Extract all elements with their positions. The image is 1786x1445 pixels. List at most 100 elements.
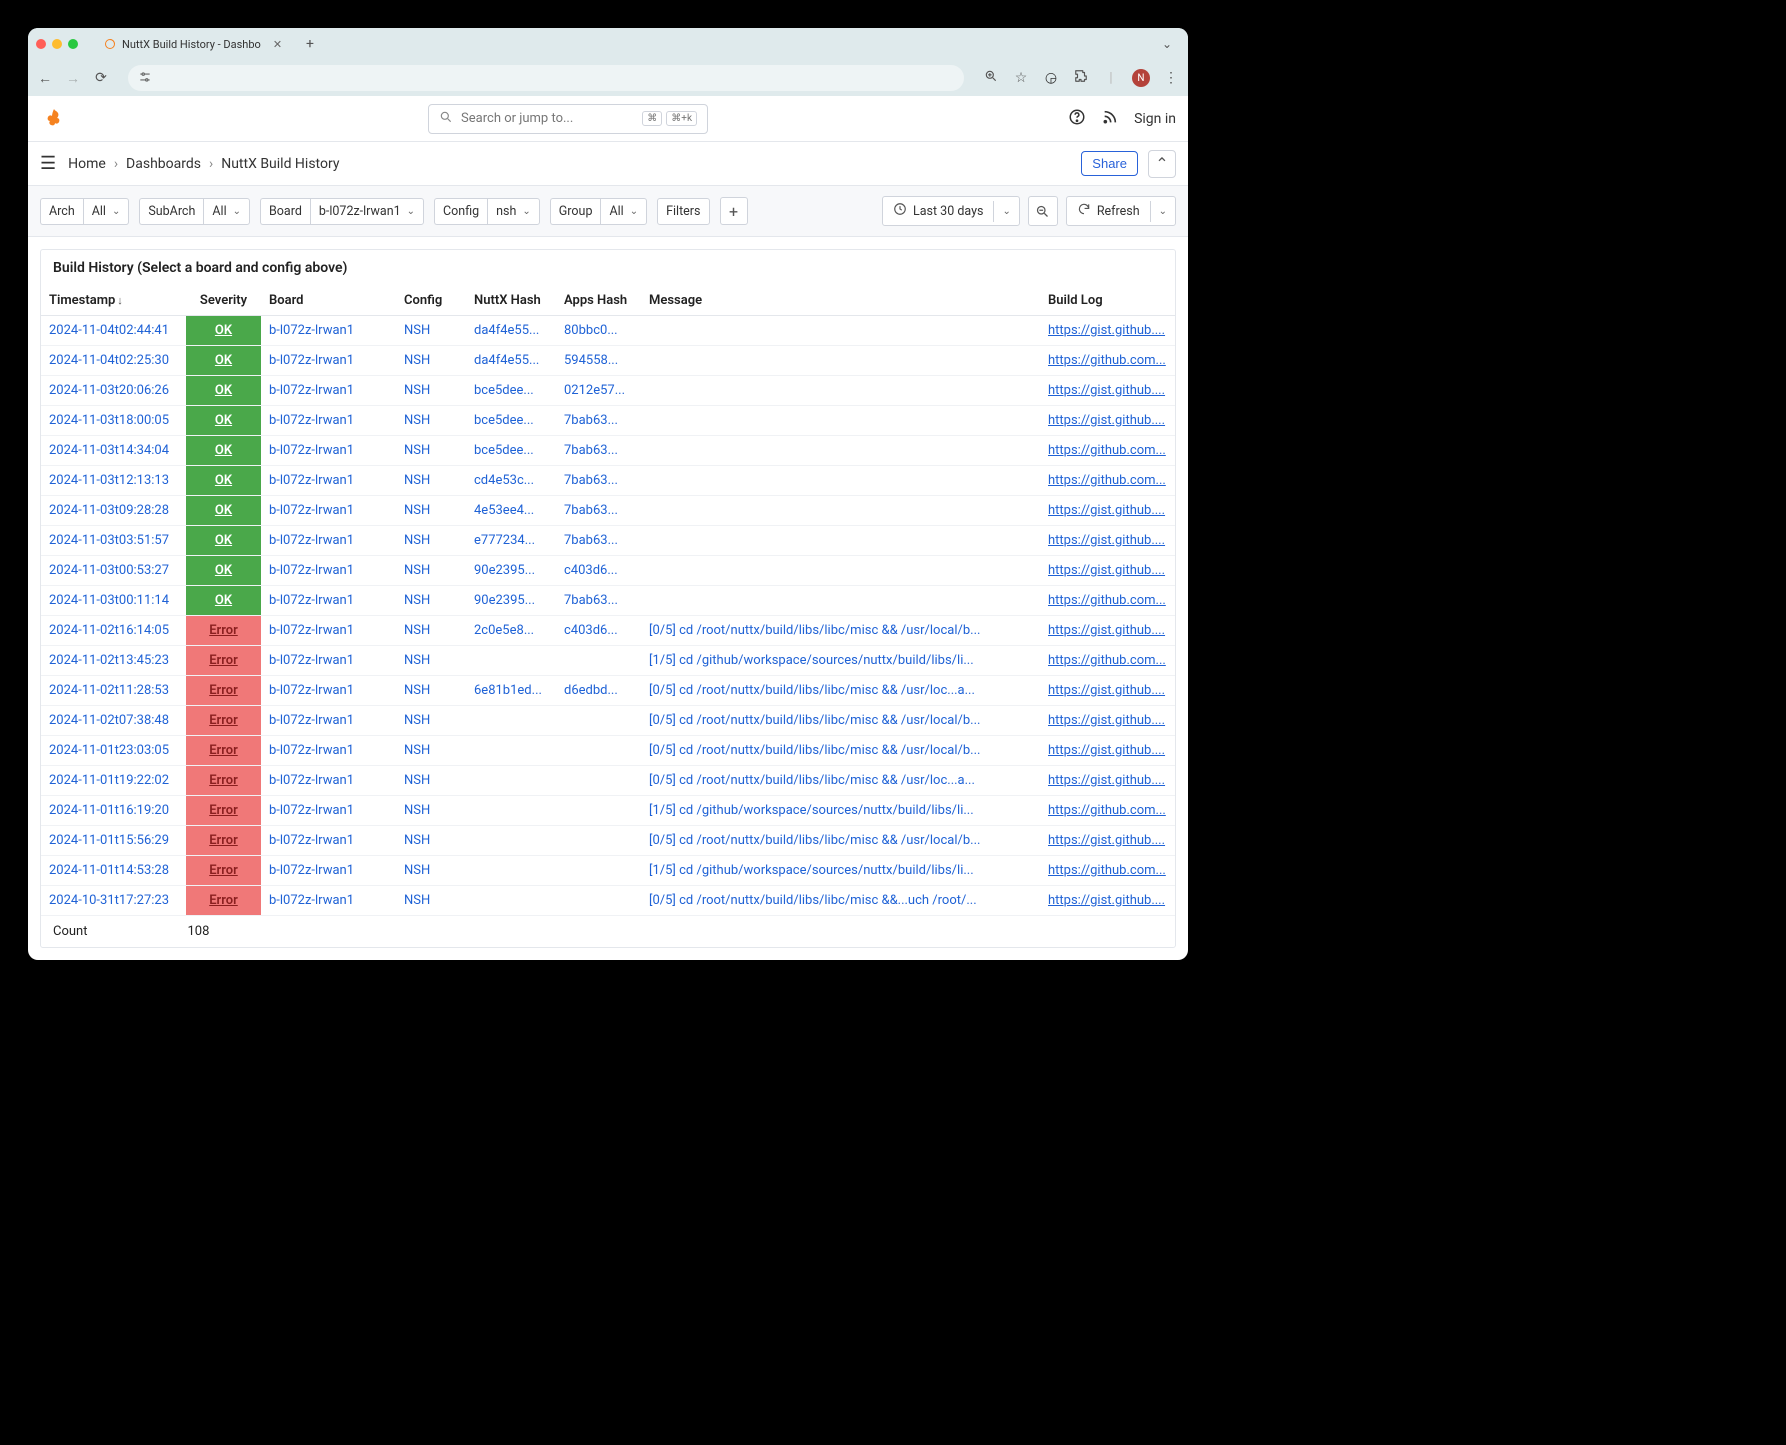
share-button[interactable]: Share (1081, 151, 1138, 176)
cell-message[interactable]: [0/5] cd /root/nuttx/build/libs/libc/mis… (641, 826, 1040, 856)
chevron-down-icon[interactable]: ⌄ (1150, 201, 1175, 222)
cell-board[interactable]: b-l072z-lrwan1 (261, 886, 396, 916)
cell-severity[interactable]: OK (186, 466, 261, 496)
cell-build-log[interactable]: https://gist.github.... (1040, 676, 1175, 706)
cell-nuttx-hash[interactable]: 4e53ee4... (466, 496, 556, 526)
cell-config[interactable]: NSH (396, 406, 466, 436)
cell-nuttx-hash[interactable] (466, 646, 556, 676)
var-group-value[interactable]: All⌄ (600, 198, 647, 225)
rss-icon[interactable] (1102, 109, 1118, 129)
help-icon[interactable] (1068, 108, 1086, 130)
col-severity[interactable]: Severity (186, 286, 261, 316)
cell-board[interactable]: b-l072z-lrwan1 (261, 616, 396, 646)
cell-message[interactable] (641, 466, 1040, 496)
cell-message[interactable] (641, 436, 1040, 466)
cell-message[interactable] (641, 346, 1040, 376)
extensions-icon[interactable] (1072, 69, 1090, 87)
var-board-value[interactable]: b-l072z-lrwan1⌄ (310, 198, 424, 225)
cell-board[interactable]: b-l072z-lrwan1 (261, 706, 396, 736)
cell-severity[interactable]: OK (186, 316, 261, 346)
cell-nuttx-hash[interactable] (466, 826, 556, 856)
cell-nuttx-hash[interactable]: cd4e53c... (466, 466, 556, 496)
cell-board[interactable]: b-l072z-lrwan1 (261, 376, 396, 406)
col-board[interactable]: Board (261, 286, 396, 316)
cell-apps-hash[interactable]: c403d6... (556, 556, 641, 586)
cell-timestamp[interactable]: 2024-11-03t00:53:27 (41, 556, 186, 586)
cell-nuttx-hash[interactable] (466, 766, 556, 796)
cell-apps-hash[interactable] (556, 706, 641, 736)
cell-board[interactable]: b-l072z-lrwan1 (261, 346, 396, 376)
cell-apps-hash[interactable]: 7bab63... (556, 586, 641, 616)
cell-config[interactable]: NSH (396, 616, 466, 646)
cell-apps-hash[interactable] (556, 886, 641, 916)
cell-apps-hash[interactable]: 80bbc0... (556, 316, 641, 346)
cell-board[interactable]: b-l072z-lrwan1 (261, 526, 396, 556)
cell-nuttx-hash[interactable]: 90e2395... (466, 556, 556, 586)
cell-board[interactable]: b-l072z-lrwan1 (261, 826, 396, 856)
cell-message[interactable] (641, 316, 1040, 346)
cell-nuttx-hash[interactable]: bce5dee... (466, 376, 556, 406)
browser-menu-icon[interactable]: ⋮ (1162, 70, 1180, 86)
cell-severity[interactable]: OK (186, 346, 261, 376)
cell-apps-hash[interactable]: 7bab63... (556, 436, 641, 466)
cell-nuttx-hash[interactable]: da4f4e55... (466, 316, 556, 346)
cell-message[interactable] (641, 496, 1040, 526)
cell-message[interactable]: [0/5] cd /root/nuttx/build/libs/libc/mis… (641, 706, 1040, 736)
cell-board[interactable]: b-l072z-lrwan1 (261, 406, 396, 436)
cell-apps-hash[interactable]: 7bab63... (556, 496, 641, 526)
zoom-out-icon[interactable] (1028, 196, 1058, 226)
cell-build-log[interactable]: https://github.com... (1040, 466, 1175, 496)
cell-build-log[interactable]: https://github.com... (1040, 436, 1175, 466)
cell-nuttx-hash[interactable] (466, 856, 556, 886)
cell-severity[interactable]: Error (186, 616, 261, 646)
reload-icon[interactable]: ⟳ (92, 70, 110, 86)
col-build-log[interactable]: Build Log (1040, 286, 1175, 316)
cell-message[interactable]: [0/5] cd /root/nuttx/build/libs/libc/mis… (641, 616, 1040, 646)
cell-build-log[interactable]: https://gist.github.... (1040, 526, 1175, 556)
cell-timestamp[interactable]: 2024-11-04t02:25:30 (41, 346, 186, 376)
var-subarch-value[interactable]: All⌄ (203, 198, 250, 225)
cell-timestamp[interactable]: 2024-11-01t19:22:02 (41, 766, 186, 796)
cell-message[interactable]: [1/5] cd /github/workspace/sources/nuttx… (641, 796, 1040, 826)
cell-severity[interactable]: OK (186, 376, 261, 406)
cell-build-log[interactable]: https://github.com... (1040, 646, 1175, 676)
cell-timestamp[interactable]: 2024-11-03t09:28:28 (41, 496, 186, 526)
cell-timestamp[interactable]: 2024-11-04t02:44:41 (41, 316, 186, 346)
cell-apps-hash[interactable]: 7bab63... (556, 526, 641, 556)
address-bar[interactable] (128, 65, 964, 91)
window-maximize-icon[interactable] (68, 39, 78, 49)
cell-board[interactable]: b-l072z-lrwan1 (261, 736, 396, 766)
var-arch-value[interactable]: All⌄ (83, 198, 130, 225)
cell-timestamp[interactable]: 2024-11-02t07:38:48 (41, 706, 186, 736)
cell-message[interactable] (641, 406, 1040, 436)
cell-severity[interactable]: OK (186, 406, 261, 436)
cell-nuttx-hash[interactable]: e777234... (466, 526, 556, 556)
cell-board[interactable]: b-l072z-lrwan1 (261, 796, 396, 826)
cell-severity[interactable]: Error (186, 826, 261, 856)
new-tab-button[interactable]: + (300, 36, 320, 52)
cell-message[interactable]: [1/5] cd /github/workspace/sources/nuttx… (641, 856, 1040, 886)
cell-config[interactable]: NSH (396, 436, 466, 466)
tab-close-icon[interactable]: ✕ (273, 38, 282, 51)
cell-build-log[interactable]: https://gist.github.... (1040, 616, 1175, 646)
cell-build-log[interactable]: https://gist.github.... (1040, 496, 1175, 526)
col-apps-hash[interactable]: Apps Hash (556, 286, 641, 316)
cell-severity[interactable]: OK (186, 496, 261, 526)
col-timestamp[interactable]: Timestamp↓ (41, 286, 186, 316)
cell-timestamp[interactable]: 2024-10-31t17:27:23 (41, 886, 186, 916)
cell-board[interactable]: b-l072z-lrwan1 (261, 646, 396, 676)
cell-nuttx-hash[interactable] (466, 706, 556, 736)
col-message[interactable]: Message (641, 286, 1040, 316)
cell-nuttx-hash[interactable]: 6e81b1ed... (466, 676, 556, 706)
cell-apps-hash[interactable]: 0212e57... (556, 376, 641, 406)
cell-timestamp[interactable]: 2024-11-03t14:34:04 (41, 436, 186, 466)
cell-board[interactable]: b-l072z-lrwan1 (261, 496, 396, 526)
site-settings-icon[interactable] (138, 70, 152, 87)
cell-config[interactable]: NSH (396, 826, 466, 856)
cell-config[interactable]: NSH (396, 316, 466, 346)
cell-apps-hash[interactable]: c403d6... (556, 616, 641, 646)
zoom-icon[interactable] (982, 69, 1000, 87)
cell-board[interactable]: b-l072z-lrwan1 (261, 766, 396, 796)
breadcrumb-home[interactable]: Home (68, 156, 106, 172)
cell-board[interactable]: b-l072z-lrwan1 (261, 316, 396, 346)
